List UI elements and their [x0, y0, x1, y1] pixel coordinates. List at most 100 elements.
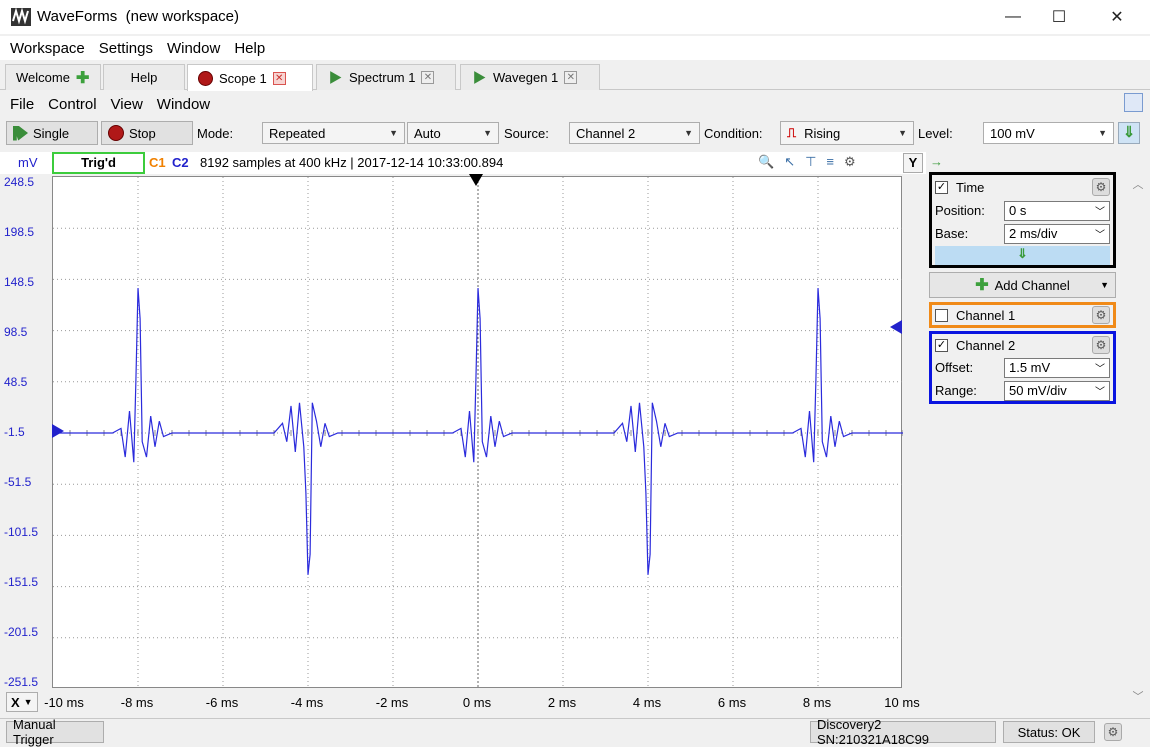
device-button[interactable]: Discovery2 SN:210321A18C99: [810, 717, 996, 747]
x-tick-label: 2 ms: [547, 695, 577, 710]
range-select[interactable]: 50 mV/div ﹀: [1004, 380, 1110, 401]
tab-spectrum[interactable]: Spectrum 1 ✕: [316, 64, 456, 90]
gear-icon[interactable]: ⚙: [1092, 306, 1110, 324]
base-label: Base:: [935, 226, 969, 241]
gear-icon[interactable]: ⚙: [1104, 723, 1122, 741]
menu-file[interactable]: File: [10, 92, 48, 116]
align-bottom-icon[interactable]: ≡: [826, 154, 834, 170]
right-arrow-icon[interactable]: →: [930, 154, 943, 169]
minimize-button[interactable]: —: [990, 0, 1036, 34]
x-tick-label: 8 ms: [802, 695, 832, 710]
acquisition-info: 8192 samples at 400 kHz | 2017-12-14 10:…: [200, 155, 504, 170]
trigger-type-select[interactable]: Auto ▼: [407, 122, 499, 144]
trigger-level-marker[interactable]: [890, 320, 902, 334]
y-tick-label: -151.5: [4, 575, 39, 589]
chevron-down-icon: ▼: [389, 128, 398, 138]
position-select[interactable]: 0 s ﹀: [1004, 200, 1110, 221]
chevron-down-icon: ▼: [684, 128, 693, 138]
y-tick-label: 248.5: [4, 175, 35, 189]
tab-label: Wavegen 1: [493, 70, 559, 85]
base-select[interactable]: 2 ms/div ﹀: [1004, 223, 1110, 244]
chevron-down-icon: ▼: [483, 128, 492, 138]
channel2-panel: ✓ Channel 2 ⚙ Offset: 1.5 mV ﹀ Range: 50 mV/…: [929, 331, 1116, 404]
cursor-icon[interactable]: ↖: [784, 154, 795, 170]
manual-trigger-button[interactable]: Manual Trigger: [6, 717, 104, 747]
window-title: WaveForms (new workspace): [37, 8, 239, 25]
channel1-panel: Channel 1 ⚙: [929, 302, 1116, 328]
level-input[interactable]: 100 mV ▼: [983, 122, 1114, 144]
menu-window[interactable]: Window: [167, 36, 228, 60]
y-tick-label: -51.5: [4, 475, 32, 489]
close-tab-icon[interactable]: ✕: [564, 71, 578, 84]
chevron-down-icon: ▼: [1100, 280, 1109, 290]
maximize-button[interactable]: ☐: [1036, 0, 1082, 34]
expand-arrow-icon[interactable]: ⇓: [935, 246, 1110, 265]
tab-wavegen[interactable]: Wavegen 1 ✕: [460, 64, 600, 90]
play-icon: [330, 71, 342, 84]
source-select[interactable]: Channel 2 ▼: [569, 122, 700, 144]
status-badge[interactable]: Status: OK: [1003, 721, 1095, 743]
menu-help[interactable]: Help: [234, 36, 273, 60]
tab-welcome[interactable]: Welcome ✚: [5, 64, 101, 90]
title-bar: WaveForms (new workspace) — ☐ ✕: [0, 0, 1150, 34]
tab-bar: Welcome ✚ Help Scope 1 ✕ Spectrum 1 ✕ Wa…: [0, 62, 1150, 91]
tab-label: Help: [130, 70, 158, 85]
close-tab-icon[interactable]: ✕: [272, 71, 286, 85]
x-tick-label: -4 ms: [290, 695, 324, 710]
x-tick-label: -2 ms: [375, 695, 409, 710]
channel2-checkbox[interactable]: ✓: [935, 338, 948, 352]
scope-toolbar: Single Stop Mode: Repeated ▼ Auto ▼ Source…: [0, 118, 1150, 150]
close-tab-icon[interactable]: ✕: [421, 71, 435, 84]
trigger-position-marker[interactable]: [469, 174, 483, 186]
down-arrow-icon[interactable]: ⇓: [1118, 122, 1140, 144]
offset-label: Offset:: [935, 360, 974, 375]
tab-label: Welcome: [16, 70, 70, 85]
chevron-down-icon: ▼: [23, 697, 33, 707]
single-button[interactable]: Single: [6, 121, 98, 145]
x-tick-label: -8 ms: [120, 695, 154, 710]
plus-icon[interactable]: ✚: [76, 68, 89, 88]
waveform-chart: [52, 177, 904, 689]
condition-label: Condition:: [704, 126, 763, 141]
plus-icon: ✚: [975, 277, 989, 294]
condition-select[interactable]: ⎍ Rising ▼: [780, 121, 914, 145]
stop-button[interactable]: Stop: [101, 121, 193, 145]
mode-select[interactable]: Repeated ▼: [262, 122, 405, 144]
stop-icon: [108, 125, 124, 141]
menu-settings[interactable]: Settings: [99, 36, 161, 60]
vertical-scrollbar[interactable]: ︿ ﹀: [1128, 172, 1148, 708]
settings-gear-icon[interactable]: ⚙: [844, 154, 856, 170]
menu-control[interactable]: Control: [48, 92, 110, 116]
range-label: Range:: [935, 383, 977, 398]
y-axis-button[interactable]: Y: [903, 153, 923, 173]
add-channel-button[interactable]: ✚ Add Channel ▼: [929, 272, 1116, 298]
close-button[interactable]: ✕: [1094, 0, 1140, 34]
x-tick-label: 0 ms: [462, 695, 492, 710]
chevron-down-icon: ▼: [898, 128, 907, 138]
menu-workspace[interactable]: Workspace: [10, 36, 93, 60]
time-checkbox[interactable]: ✓: [935, 180, 948, 194]
y-tick-label: 148.5: [4, 275, 35, 289]
waveforms-logo-icon: [10, 7, 32, 27]
plot-tools: 🔍 ↖ ⊤ ≡ ⚙: [758, 154, 856, 170]
zoom-icon[interactable]: 🔍: [758, 154, 774, 170]
source-label: Source:: [504, 126, 549, 141]
align-top-icon[interactable]: ⊤: [805, 154, 816, 170]
single-run-icon: [13, 125, 28, 141]
menu-window[interactable]: Window: [157, 92, 224, 116]
y-tick-label: -251.5: [4, 675, 39, 689]
gear-icon[interactable]: ⚙: [1092, 178, 1110, 196]
channel2-offset-marker[interactable]: [52, 424, 64, 438]
restore-panel-icon[interactable]: [1124, 93, 1143, 112]
x-tick-label: 10 ms: [884, 695, 920, 710]
channel2-toggle[interactable]: C2: [172, 155, 189, 170]
tab-label: Spectrum 1: [349, 70, 416, 85]
menu-view[interactable]: View: [111, 92, 157, 116]
tab-help[interactable]: Help: [103, 64, 185, 90]
oscilloscope-plot[interactable]: [52, 176, 904, 689]
offset-select[interactable]: 1.5 mV ﹀: [1004, 357, 1110, 378]
channel1-checkbox[interactable]: [935, 308, 948, 322]
tab-scope[interactable]: Scope 1 ✕: [187, 64, 313, 91]
channel1-toggle[interactable]: C1: [149, 155, 166, 170]
gear-icon[interactable]: ⚙: [1092, 336, 1110, 354]
